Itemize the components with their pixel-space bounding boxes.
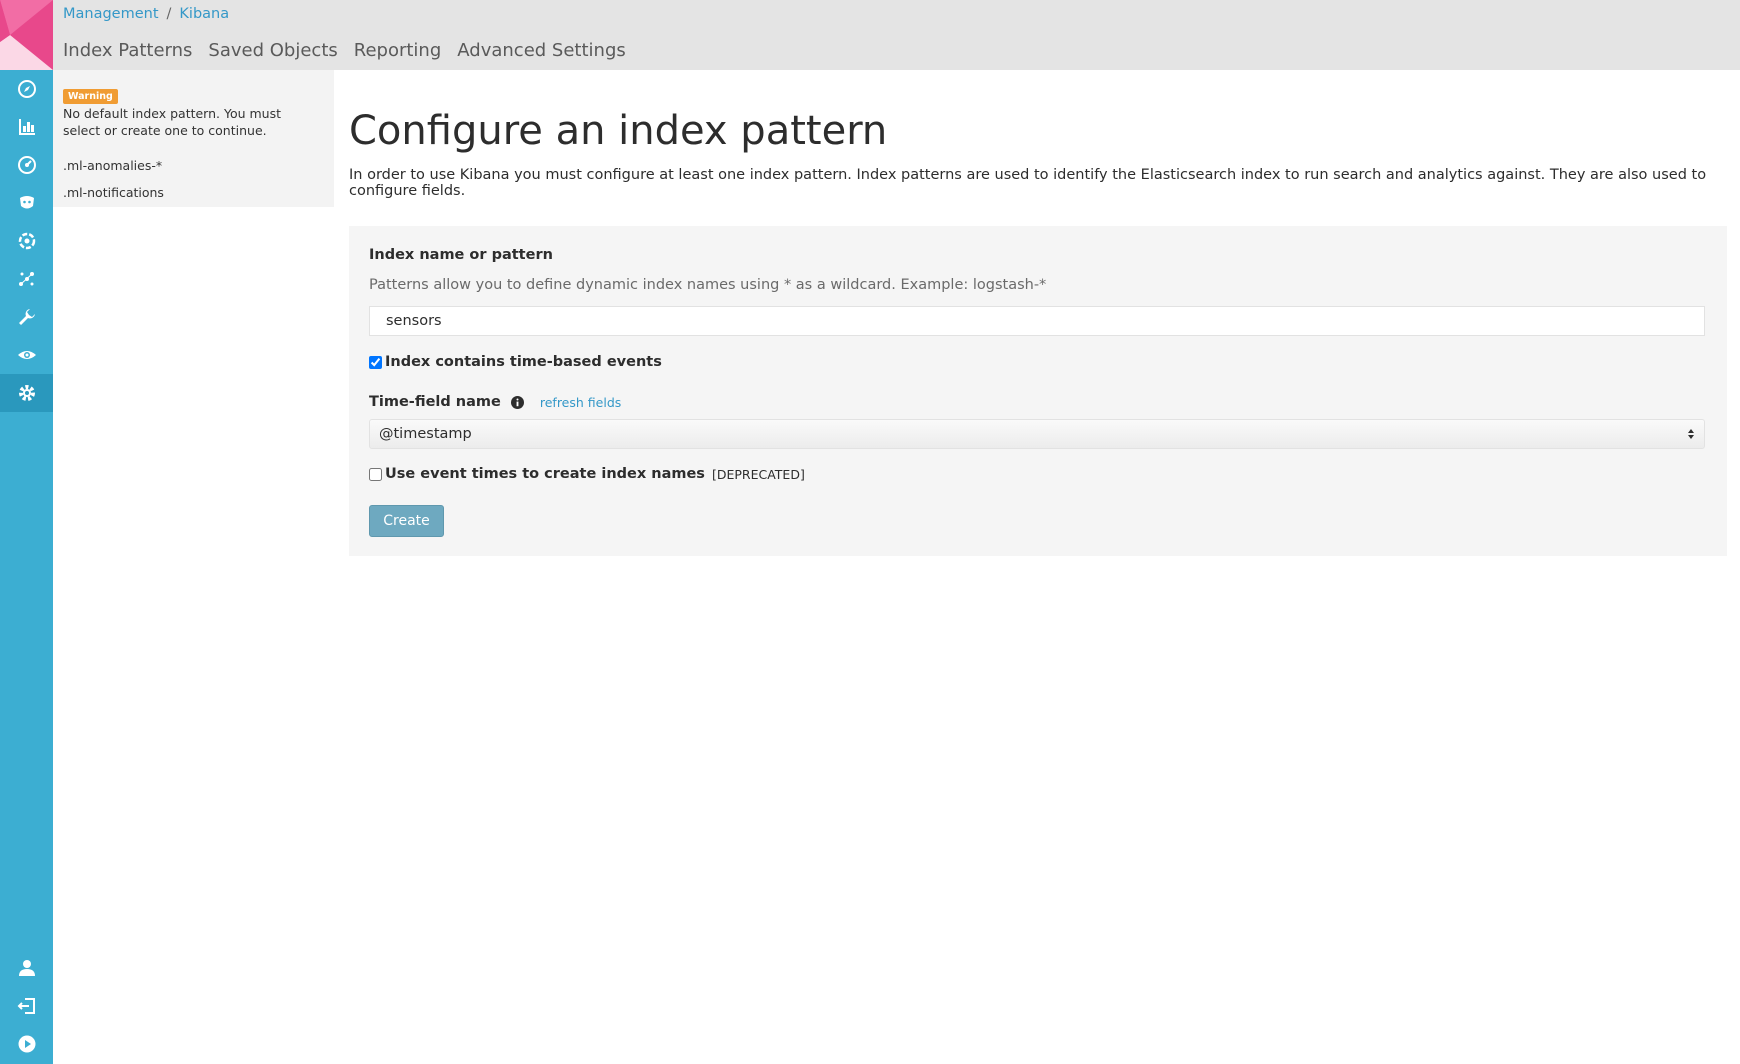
breadcrumb: Management / Kibana <box>63 6 229 22</box>
time-field-header: Time-field name refresh fields <box>369 394 621 410</box>
warning-text: No default index pattern. You must selec… <box>63 106 282 138</box>
warning-badge: Warning <box>63 89 118 104</box>
timelion-icon[interactable] <box>0 184 53 222</box>
time-field-select[interactable]: @timestamp <box>369 419 1705 449</box>
index-pattern-item[interactable]: .ml-notifications <box>63 185 164 200</box>
tab-index-patterns[interactable]: Index Patterns <box>63 40 192 61</box>
select-arrows-icon <box>1688 429 1694 439</box>
time-based-label[interactable]: Index contains time-based events <box>385 354 662 370</box>
time-field-label: Time-field name <box>369 394 501 410</box>
dev-tools-icon[interactable] <box>0 298 53 336</box>
management-icon[interactable] <box>0 374 53 412</box>
time-field-selected-value: @timestamp <box>379 426 472 442</box>
management-tabs: Index Patterns Saved Objects Reporting A… <box>63 40 626 61</box>
refresh-fields-link[interactable]: refresh fields <box>540 395 621 410</box>
index-name-help: Patterns allow you to define dynamic ind… <box>369 277 1047 293</box>
page-title: Configure an index pattern <box>349 108 888 154</box>
kibana-logo-icon <box>0 0 53 70</box>
tab-advanced-settings[interactable]: Advanced Settings <box>457 40 625 61</box>
time-based-option: Index contains time-based events <box>369 354 662 370</box>
collapse-icon[interactable] <box>0 1025 53 1063</box>
create-button[interactable]: Create <box>369 505 444 537</box>
page-description: In order to use Kibana you must configur… <box>349 167 1707 199</box>
deprecated-tag: [DEPRECATED] <box>711 466 805 482</box>
breadcrumb-kibana[interactable]: Kibana <box>179 6 229 22</box>
logout-icon[interactable] <box>0 987 53 1025</box>
machine-learning-icon[interactable] <box>0 222 53 260</box>
event-times-option: Use event times to create index names [D… <box>369 466 805 482</box>
side-nav <box>0 0 53 1064</box>
visualize-icon[interactable] <box>0 108 53 146</box>
index-pattern-item[interactable]: .ml-anomalies-* <box>63 158 162 173</box>
index-pattern-sidebar: Warning No default index pattern. You mu… <box>53 70 334 207</box>
dashboard-icon[interactable] <box>0 146 53 184</box>
user-icon[interactable] <box>0 949 53 987</box>
info-icon[interactable] <box>510 395 524 409</box>
tab-saved-objects[interactable]: Saved Objects <box>208 40 337 61</box>
tab-reporting[interactable]: Reporting <box>354 40 442 61</box>
event-times-label[interactable]: Use event times to create index names <box>385 466 705 482</box>
breadcrumb-management[interactable]: Management <box>63 6 159 22</box>
kibana-logo[interactable] <box>0 0 53 70</box>
breadcrumb-separator: / <box>166 6 172 22</box>
graph-icon[interactable] <box>0 260 53 298</box>
index-name-input[interactable] <box>369 306 1705 336</box>
time-based-checkbox[interactable] <box>369 355 382 369</box>
index-name-label: Index name or pattern <box>369 247 553 263</box>
event-times-checkbox[interactable] <box>369 467 382 481</box>
index-pattern-form: Index name or pattern Patterns allow you… <box>349 226 1727 556</box>
top-bar: Management / Kibana Index Patterns Saved O… <box>53 0 1740 70</box>
discover-icon[interactable] <box>0 70 53 108</box>
monitoring-icon[interactable] <box>0 336 53 374</box>
